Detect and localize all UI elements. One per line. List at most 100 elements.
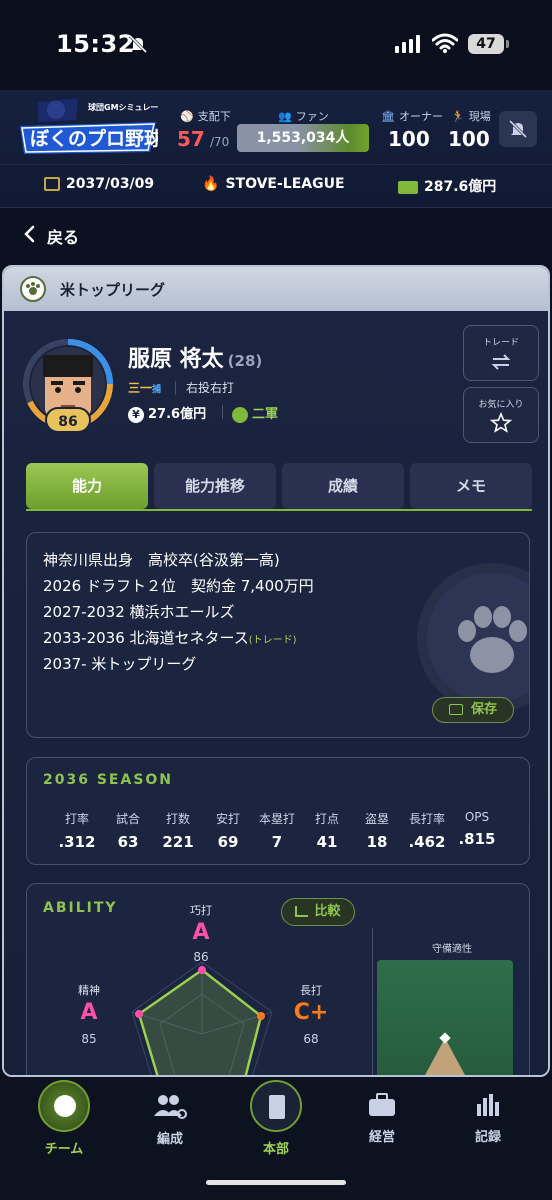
yen-icon: ¥	[128, 406, 144, 423]
compare-button[interactable]: 比較	[281, 898, 355, 926]
team-funds: 287.6億円	[398, 176, 496, 196]
player-age: (28)	[227, 352, 263, 370]
home-indicator	[206, 1180, 346, 1185]
game-date: 2037/03/09	[44, 176, 154, 192]
player-name: 服原 将太 (28)	[128, 347, 263, 372]
overall-badge: 86	[45, 407, 91, 433]
game-phase: 🔥 STOVE-LEAGUE	[202, 176, 345, 192]
field-value: 100	[448, 127, 490, 151]
ball-icon: ⚾	[180, 110, 194, 123]
field-label: 🏃 現場	[451, 110, 491, 123]
nav-bar	[0, 209, 552, 265]
bar-chart-icon	[477, 1094, 499, 1116]
save-button[interactable]: 保存	[432, 697, 514, 723]
favorite-button[interactable]: お気に入り	[463, 387, 539, 443]
contact-grade: A	[192, 920, 210, 945]
owner-label: 🏛 オーナー	[381, 110, 443, 123]
owner-value: 100	[388, 127, 430, 151]
stat-home-runs: 本塁打 7	[258, 812, 295, 851]
nav-headquarters[interactable]: 本部	[236, 1080, 316, 1157]
stat-games: 試合 63	[115, 812, 140, 851]
briefcase-icon	[369, 1093, 395, 1116]
mental-value: 85	[81, 1032, 97, 1046]
card-content: 86 服原 将太 (28) 三一捕 右投右打 ¥27.6億円 二軍 トレード お気…	[4, 311, 548, 1075]
contact-label: 巧打	[190, 904, 212, 917]
fans-label: 👥 ファン	[278, 110, 329, 123]
defense-field	[377, 960, 513, 1075]
chevron-left-icon[interactable]	[22, 225, 36, 243]
battery-tip	[506, 40, 509, 48]
stat-slugging: 長打率 .462	[408, 812, 446, 851]
calendar-icon	[44, 177, 60, 191]
sound-mute-button[interactable]	[499, 111, 537, 147]
nav-management[interactable]: 経営	[342, 1092, 422, 1145]
flame-icon: 🔥	[202, 176, 220, 192]
league-name: 米トップリーグ	[60, 281, 166, 299]
ability-box: ABILITY 比較 巧打 A 86 精神 A 85 長打 C+ 68 守備適性	[26, 883, 530, 1075]
stat-hits: 安打 69	[215, 812, 240, 851]
power-grade: C+	[293, 1000, 329, 1025]
bio-team-1: 2027-2032 横浜ホエールズ	[43, 603, 235, 621]
signal-icon	[395, 35, 420, 53]
svg-text:ぼくのプロ野球: ぼくのプロ野球	[30, 127, 158, 150]
tab-ability-trend[interactable]: 能力推移	[154, 463, 276, 509]
power-value: 68	[303, 1032, 319, 1046]
people-icon: 👥	[278, 110, 292, 123]
swap-icon	[491, 354, 511, 370]
career-box: 神奈川県出身 高校卒(谷汲第一高) 2026 ドラフト２位 契約金 7,400万…	[26, 532, 530, 738]
status-time: 15:32	[56, 30, 135, 58]
building-icon	[250, 1080, 302, 1132]
nav-team[interactable]: チーム	[24, 1080, 104, 1157]
runner-icon: 🏃	[451, 110, 465, 123]
svg-text:球団GMシミュレーション: 球団GMシミュレーション	[88, 102, 158, 112]
ability-title: ABILITY	[43, 900, 118, 916]
contact-value: 86	[193, 950, 209, 964]
player-team-level: 二軍	[232, 403, 278, 423]
player-salary: ¥27.6億円	[128, 403, 206, 423]
back-button[interactable]: 戻る	[47, 224, 79, 248]
defense-title: 守備適性	[432, 944, 472, 955]
panel-divider	[372, 928, 373, 1075]
bio-origin: 神奈川県出身 高校卒(谷汲第一高)	[43, 551, 280, 569]
league-paw-icon	[20, 276, 46, 302]
tab-stats[interactable]: 成績	[282, 463, 404, 509]
divider	[175, 381, 176, 395]
baseball-icon	[38, 1080, 90, 1132]
money-icon	[398, 180, 418, 194]
stat-rbi: 打点 41	[314, 812, 339, 851]
bell-off-icon	[508, 119, 528, 139]
tab-bar: 能力 能力推移 成績 メモ	[26, 463, 532, 509]
tab-underline	[26, 509, 532, 511]
divider	[222, 405, 223, 419]
diamond-icon	[425, 1032, 465, 1075]
control-label: ⚾ 支配下	[180, 110, 231, 123]
ball-icon	[232, 406, 248, 423]
battery-indicator: 47	[468, 34, 504, 54]
paw-icon	[458, 606, 527, 673]
users-gear-icon	[154, 1095, 187, 1119]
game-logo: 球団GMシミュレーション ぼくのプロ野球	[20, 98, 158, 154]
star-icon	[489, 411, 513, 433]
stat-at-bats: 打数 221	[162, 812, 194, 851]
trade-note: (トレード)	[248, 635, 297, 646]
mental-label: 精神	[78, 984, 100, 997]
nav-records[interactable]: 記録	[448, 1092, 528, 1145]
season-title: 2036 SEASON	[43, 772, 174, 788]
bell-off-icon	[128, 34, 148, 54]
fans-count: 1,553,034人	[237, 124, 369, 152]
tab-memo[interactable]: メモ	[410, 463, 532, 509]
trade-button[interactable]: トレード	[463, 325, 539, 381]
card-icon	[448, 704, 463, 715]
player-card: 米トップリーグ 86 服原 将太 (28) 三一捕 右投右打 ¥ 27.6億円 …	[2, 265, 550, 1077]
player-position: 三一捕	[128, 381, 162, 395]
nav-roster[interactable]: 編成	[130, 1092, 210, 1147]
tab-ability[interactable]: 能力	[26, 463, 148, 509]
stat-ops: OPS .815	[458, 810, 496, 848]
bio-team-2: 2033-2036 北海道セネタース(トレード)	[43, 629, 297, 647]
league-bar: 米トップリーグ	[4, 267, 548, 311]
team-emblem	[417, 563, 529, 713]
chart-icon	[295, 906, 309, 917]
bio-team-3: 2037- 米トップリーグ	[43, 655, 197, 673]
mental-grade: A	[80, 1000, 98, 1025]
stat-steals: 盗塁 18	[364, 812, 389, 851]
